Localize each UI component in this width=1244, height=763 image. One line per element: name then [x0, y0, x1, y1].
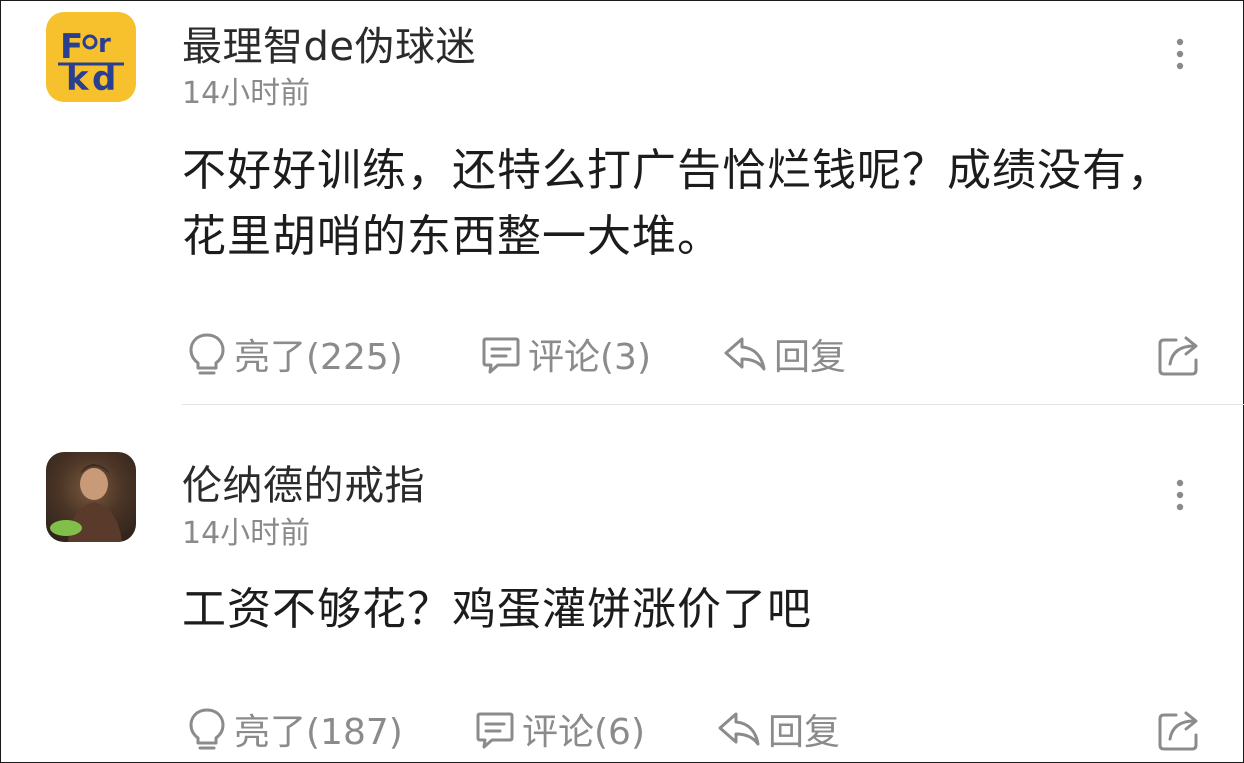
- reply-label: 回复: [768, 712, 841, 753]
- username[interactable]: 最理智de伪球迷: [182, 14, 476, 72]
- comment-button[interactable]: 评论(6): [474, 703, 645, 755]
- reply-button[interactable]: 回复: [722, 328, 846, 380]
- forkd-logo: F r k d: [58, 27, 124, 99]
- avatar[interactable]: [46, 452, 136, 542]
- timestamp: 14小时前: [182, 76, 311, 111]
- comment-button[interactable]: 评论(3): [480, 328, 651, 380]
- comment-item: 伦纳德的戒指 14小时前 工资不够花？鸡蛋灌饼涨价了吧 亮了(187) 评论(6…: [0, 405, 1244, 763]
- like-button[interactable]: 亮了(225): [186, 328, 403, 380]
- like-button[interactable]: 亮了(187): [186, 703, 403, 755]
- avatar[interactable]: F r k d: [46, 12, 136, 102]
- user-photo: [50, 464, 122, 542]
- lightbulb-icon: [189, 708, 225, 750]
- comment-count-label: 评论(6): [522, 712, 645, 753]
- comment-text: 工资不够花？鸡蛋灌饼涨价了吧: [182, 584, 812, 635]
- like-count-label: 亮了(187): [234, 712, 403, 753]
- username[interactable]: 伦纳德的戒指: [182, 453, 425, 511]
- comment-item: F r k d 最理智de伪球迷 14小时前 不好好训练，还特么打广告恰烂钱呢？…: [0, 0, 1244, 404]
- lightbulb-icon: [189, 333, 225, 375]
- share-icon[interactable]: [1156, 332, 1202, 378]
- reply-arrow-icon: [718, 712, 760, 746]
- more-vertical-icon[interactable]: [1160, 34, 1200, 74]
- comment-count-label: 评论(3): [528, 337, 651, 378]
- more-vertical-icon[interactable]: [1160, 475, 1200, 515]
- reply-label: 回复: [774, 337, 847, 378]
- reply-arrow-icon: [724, 337, 766, 371]
- timestamp: 14小时前: [182, 516, 311, 551]
- svg-text:r: r: [98, 29, 111, 59]
- share-icon[interactable]: [1156, 707, 1202, 753]
- comment-text: 不好好训练，还特么打广告恰烂钱呢？成绩没有，花里胡哨的东西整一大堆。: [182, 145, 1172, 262]
- comment-bubble-icon: [476, 712, 514, 749]
- comment-bubble-icon: [482, 337, 520, 374]
- reply-button[interactable]: 回复: [716, 703, 840, 755]
- like-count-label: 亮了(225): [234, 337, 403, 378]
